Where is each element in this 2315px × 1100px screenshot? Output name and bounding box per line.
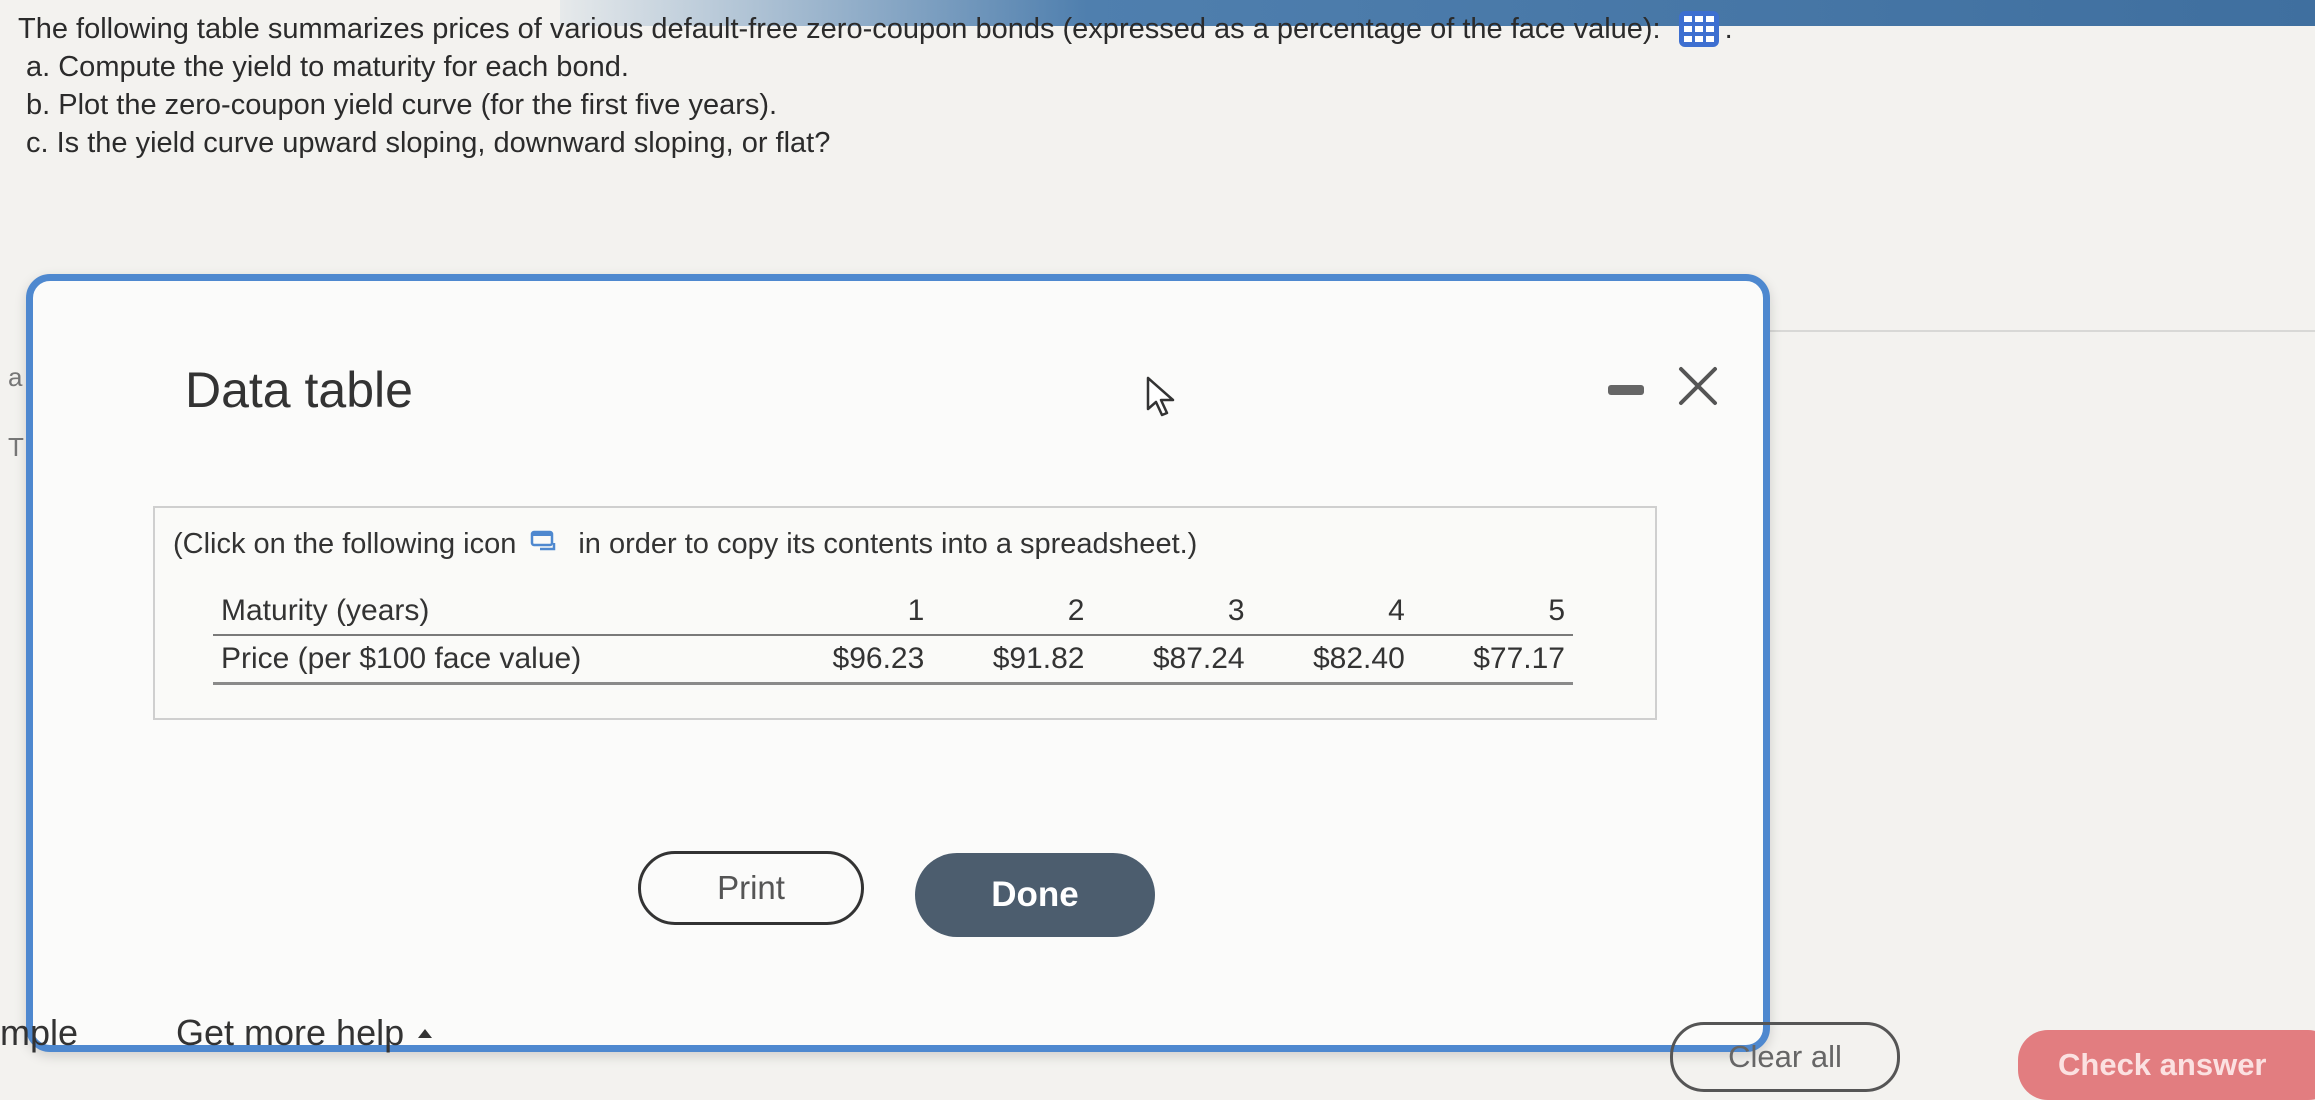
print-button[interactable]: Print (638, 851, 864, 925)
price-cell: $96.23 (772, 635, 933, 685)
check-answer-button[interactable]: Check answer (2018, 1030, 2315, 1100)
price-cell: $77.17 (1412, 635, 1573, 685)
maturity-cell: 3 (1092, 588, 1253, 636)
edge-letter-t: T (8, 432, 24, 462)
cursor-icon (1145, 375, 1181, 424)
question-part-b: b. Plot the zero-coupon yield curve (for… (26, 89, 778, 121)
copy-icon[interactable] (530, 528, 560, 561)
example-link[interactable]: mple (0, 1012, 78, 1054)
question-text: The following table summarizes prices of… (18, 10, 1733, 162)
grid-icon[interactable] (1678, 11, 1719, 47)
done-button[interactable]: Done (915, 853, 1155, 937)
question-part-a: a. Compute the yield to maturity for eac… (26, 51, 629, 83)
maturity-cell: 5 (1412, 588, 1573, 636)
price-cell: $91.82 (932, 635, 1093, 685)
maturity-cell: 4 (1252, 588, 1413, 636)
maturity-header: Maturity (years) (213, 588, 773, 636)
data-table-panel: (Click on the following icon in order to… (153, 506, 1657, 720)
price-cell: $82.40 (1252, 635, 1413, 685)
maturity-cell: 1 (772, 588, 933, 636)
data-table-dialog: Data table (Click on the following icon … (26, 274, 1770, 1052)
get-more-help-link[interactable]: Get more help (176, 1012, 433, 1054)
footer-bar: mple Get more help (0, 1012, 2315, 1067)
instruction-text-before: (Click on the following icon (173, 528, 517, 560)
edge-letter-a: a (8, 362, 23, 392)
table-header-row: Maturity (years) 1 2 3 4 5 (213, 588, 1573, 636)
clear-all-button[interactable]: Clear all (1670, 1022, 1900, 1092)
bond-price-table: Maturity (years) 1 2 3 4 5 Price (per $1… (213, 588, 1573, 685)
price-cell: $87.24 (1092, 635, 1253, 685)
dialog-title: Data table (185, 362, 413, 418)
background-divider (1768, 330, 2315, 332)
maturity-cell: 2 (932, 588, 1093, 636)
table-row: Price (per $100 face value) $96.23 $91.8… (213, 635, 1573, 685)
copy-instruction: (Click on the following icon in order to… (173, 528, 1197, 561)
minimize-icon[interactable] (1608, 385, 1644, 395)
price-row-label: Price (per $100 face value) (213, 635, 773, 685)
caret-up-icon (418, 1028, 433, 1038)
question-intro-line: The following table summarizes prices of… (18, 10, 1733, 48)
get-more-help-label: Get more help (176, 1012, 405, 1053)
close-icon[interactable] (1673, 361, 1723, 411)
question-intro: The following table summarizes prices of… (18, 13, 1661, 45)
question-part-c: c. Is the yield curve upward sloping, do… (26, 127, 831, 159)
instruction-text-after: in order to copy its contents into a spr… (578, 528, 1198, 560)
trailing-period: . (1724, 13, 1733, 45)
